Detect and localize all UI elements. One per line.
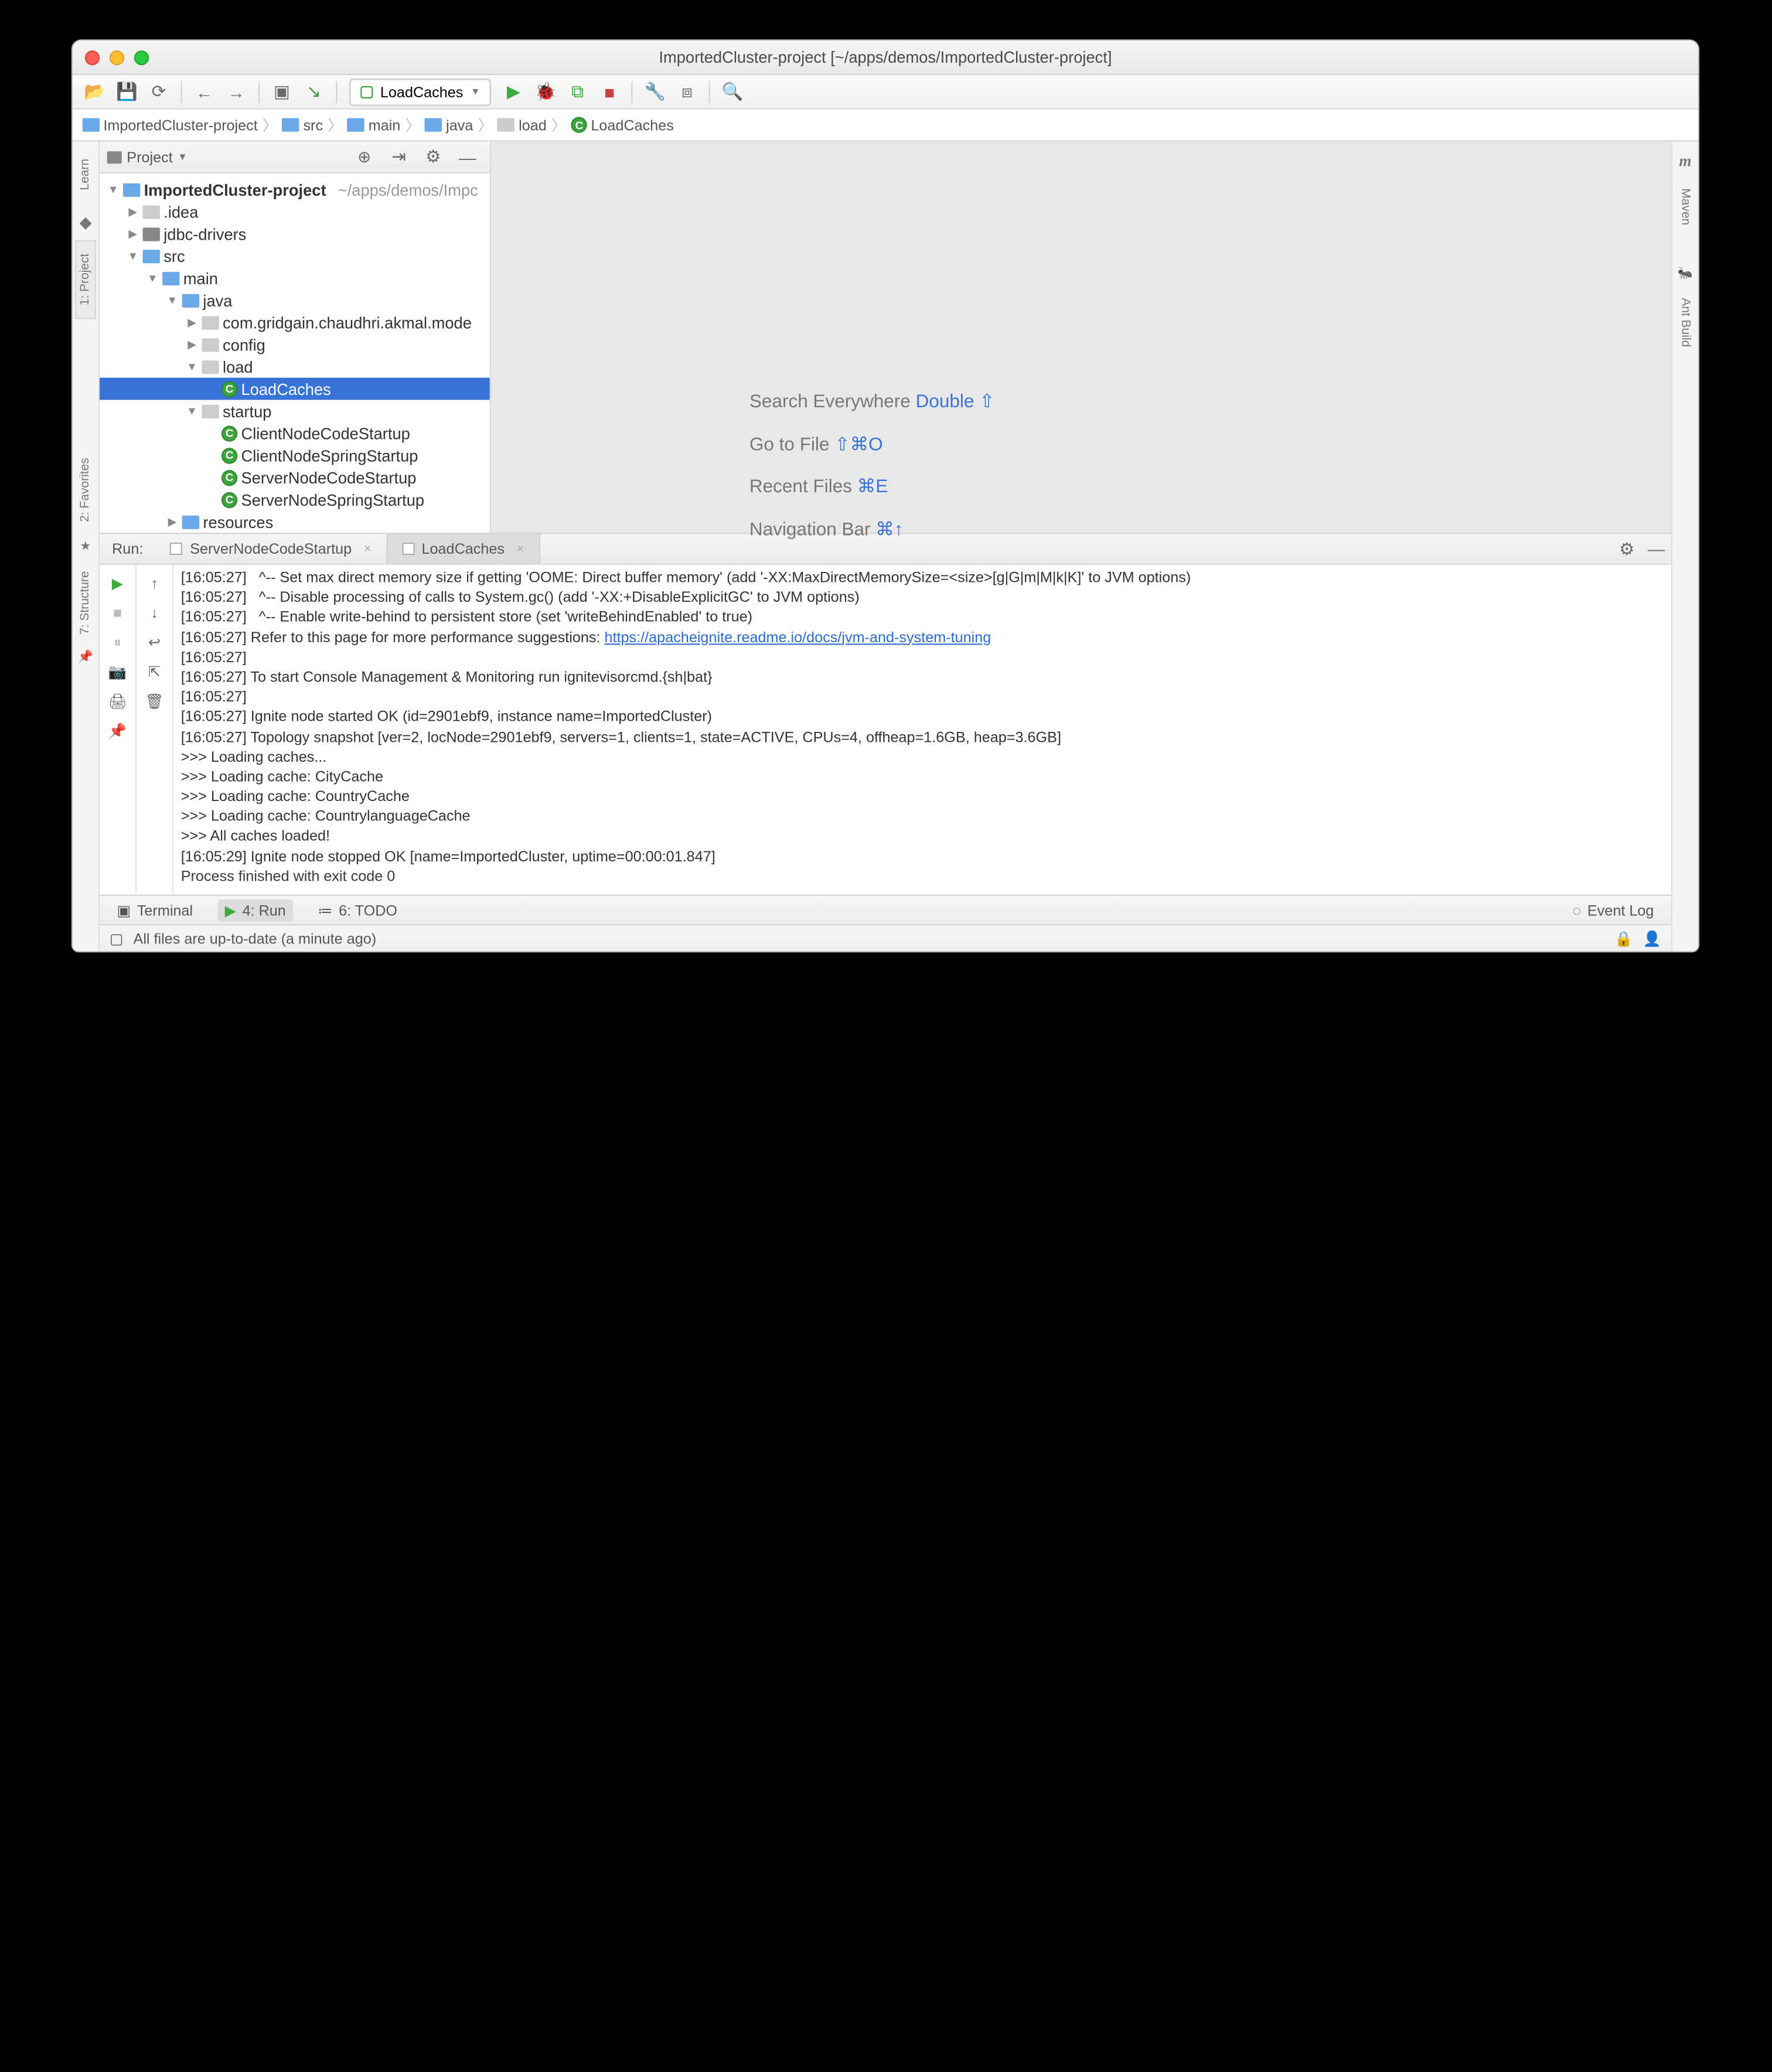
run-config-selector[interactable]: LoadCaches ▼ — [349, 78, 491, 105]
run-side-toolbar: ▶ ■ ⏸ 📷 🖨 📌 ↑ ↓ ↩ ⇱ 🗑 — [100, 565, 173, 895]
hide-icon[interactable]: — — [1641, 535, 1671, 562]
ide-window: ImportedCluster-project [~/apps/demos/Im… — [71, 39, 1699, 952]
tree-row[interactable]: ▼ main — [100, 267, 490, 289]
search-icon[interactable]: 🔍 — [718, 78, 747, 105]
tab-ant[interactable]: Ant Build — [1676, 291, 1695, 355]
tab-favorites[interactable]: 2: Favorites — [76, 441, 95, 540]
breadcrumb-item[interactable]: ImportedCluster-project — [83, 116, 258, 133]
tree-row[interactable]: C LoadCaches — [100, 378, 490, 400]
print-icon[interactable]: 🖨 — [107, 690, 129, 713]
tree-row[interactable]: C ClientNodeCodeStartup — [100, 422, 490, 444]
gear-icon[interactable]: ⚙ — [418, 144, 448, 171]
export-icon[interactable]: ⇱ — [144, 661, 166, 683]
hector-icon[interactable]: 👤 — [1643, 930, 1661, 947]
hammer-icon[interactable]: ↘ — [299, 78, 328, 105]
run-label: Run: — [100, 540, 155, 557]
tree-row[interactable]: ▼ src — [100, 245, 490, 267]
save-icon[interactable]: 💾 — [112, 78, 141, 105]
tree-row[interactable]: ▶ resources — [100, 510, 490, 533]
window-title: ImportedCluster-project [~/apps/demos/Im… — [73, 48, 1698, 67]
tree-row[interactable]: ▶ com.gridgain.chaudhri.akmal.mode — [100, 311, 490, 333]
breadcrumb: ImportedCluster-project〉 src〉 main〉 java… — [73, 110, 1698, 142]
project-panel: Project ▼ ⊕ ⇥ ⚙ — ▼ ImportedCluster-proj… — [100, 141, 491, 533]
gear-icon[interactable]: ⚙ — [1612, 535, 1641, 562]
stop-button[interactable]: ■ — [595, 78, 624, 105]
hide-icon[interactable]: — — [453, 144, 482, 171]
trash-icon[interactable]: 🗑 — [144, 690, 166, 713]
tab-learn[interactable]: Learn — [76, 141, 95, 207]
tab-structure[interactable]: 7: Structure — [76, 553, 95, 651]
event-log[interactable]: ◌ Event Log — [1565, 899, 1661, 921]
pause-icon[interactable]: ⏸ — [107, 631, 129, 653]
editor-area: Search Everywhere Double ⇧ Go to File ⇧⌘… — [491, 141, 1671, 533]
run-tab[interactable]: LoadCaches× — [387, 534, 540, 563]
run-button[interactable]: ▶ — [499, 78, 528, 105]
breadcrumb-item[interactable]: java — [425, 116, 473, 133]
tab-terminal[interactable]: ▣ Terminal — [110, 899, 200, 921]
tree-row[interactable]: ▼ java — [100, 289, 490, 311]
sync-icon[interactable]: ⟳ — [144, 78, 173, 105]
breadcrumb-item[interactable]: load — [497, 116, 546, 133]
status-square-icon[interactable]: ▢ — [110, 930, 124, 947]
run-tool-window: Run: ServerNodeCodeStartup× LoadCaches× … — [100, 533, 1671, 894]
down-icon[interactable]: ↓ — [144, 602, 166, 624]
tree-row[interactable]: ▼ load — [100, 356, 490, 378]
tree-row[interactable]: C ServerNodeCodeStartup — [100, 466, 490, 489]
open-icon[interactable]: 📂 — [80, 78, 110, 105]
status-text: All files are up-to-date (a minute ago) — [134, 930, 377, 947]
debug-button[interactable]: 🐞 — [531, 78, 560, 105]
camera-icon[interactable]: 📷 — [107, 661, 129, 683]
tab-todo[interactable]: ≔ 6: TODO — [311, 899, 405, 921]
structure-icon[interactable]: ⧈ — [672, 78, 701, 105]
tree-row[interactable]: ▶ jdbc-drivers — [100, 223, 490, 245]
wrap-icon[interactable]: ↩ — [144, 631, 166, 653]
left-tool-strip: Learn ◆ 1: Project 2: Favorites ★ 7: Str… — [73, 141, 100, 951]
build-icon[interactable]: ▣ — [267, 78, 297, 105]
breadcrumb-item[interactable]: src — [282, 116, 323, 133]
tree-row[interactable]: ▼ startup — [100, 400, 490, 422]
breadcrumb-item[interactable]: CLoadCaches — [571, 116, 674, 133]
tab-project[interactable]: 1: Project — [75, 240, 96, 319]
main-toolbar: 📂 💾 ⟳ ← → ▣ ↘ LoadCaches ▼ ▶ 🐞 ⧉ ■ 🔧 ⧈ 🔍 — [73, 75, 1698, 110]
titlebar[interactable]: ImportedCluster-project [~/apps/demos/Im… — [73, 40, 1698, 75]
forward-button[interactable]: → — [221, 78, 251, 105]
tree-row[interactable]: ▶ .idea — [100, 200, 490, 223]
tab-run[interactable]: ▶ 4: Run — [217, 899, 293, 921]
bottom-tool-strip: ▣ Terminal ▶ 4: Run ≔ 6: TODO ◌ Event Lo… — [100, 895, 1671, 924]
run-config-label: LoadCaches — [380, 83, 464, 100]
run-tab[interactable]: ServerNodeCodeStartup× — [155, 534, 387, 563]
rerun-icon[interactable]: ▶ — [107, 572, 129, 594]
stop-icon[interactable]: ■ — [107, 602, 129, 624]
tree-root[interactable]: ▼ ImportedCluster-project ~/apps/demos/I… — [100, 179, 490, 201]
tree-row[interactable]: C ServerNodeSpringStartup — [100, 489, 490, 511]
pin-icon[interactable]: 📌 — [107, 720, 129, 742]
locate-icon[interactable]: ⊕ — [349, 144, 379, 171]
console-output[interactable]: [16:05:27] ^-- Set max direct memory siz… — [173, 565, 1671, 895]
tab-maven[interactable]: Maven — [1676, 181, 1695, 233]
project-tree[interactable]: ▼ ImportedCluster-project ~/apps/demos/I… — [100, 173, 490, 533]
editor-hints: Search Everywhere Double ⇧ Go to File ⇧⌘… — [749, 381, 995, 551]
right-tool-strip: m Maven 🐜 Ant Build — [1671, 141, 1698, 951]
tree-row[interactable]: ▶ config — [100, 333, 490, 356]
lock-icon[interactable]: 🔒 — [1614, 930, 1633, 947]
up-icon[interactable]: ↑ — [144, 572, 166, 594]
collapse-icon[interactable]: ⇥ — [384, 144, 413, 171]
breadcrumb-item[interactable]: main — [347, 116, 400, 133]
coverage-button[interactable]: ⧉ — [563, 78, 592, 105]
status-bar: ▢ All files are up-to-date (a minute ago… — [100, 924, 1671, 951]
wrench-icon[interactable]: 🔧 — [640, 78, 670, 105]
back-button[interactable]: ← — [189, 78, 219, 105]
project-panel-title: Project — [127, 148, 172, 165]
tree-row[interactable]: C ClientNodeSpringStartup — [100, 444, 490, 466]
